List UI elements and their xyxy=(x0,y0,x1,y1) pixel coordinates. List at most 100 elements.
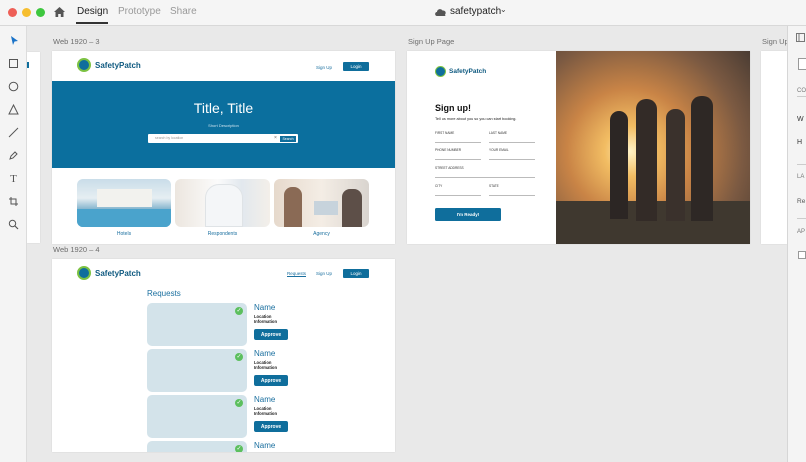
search-button[interactable]: Search xyxy=(280,135,296,142)
group-photo xyxy=(556,51,750,244)
chevron-down-icon[interactable]: ⌄ xyxy=(500,5,507,14)
home-icon[interactable] xyxy=(53,6,66,18)
zoom-icon[interactable] xyxy=(6,217,21,232)
login-button[interactable]: Login xyxy=(343,62,369,71)
check-icon: ✓ xyxy=(235,307,243,315)
street-label: STREET ADDRESS xyxy=(435,166,464,170)
active-tab-underline xyxy=(76,22,108,24)
request-image xyxy=(147,441,247,452)
login-button[interactable]: Login xyxy=(343,269,369,278)
request-name: Name xyxy=(254,395,276,404)
align-control[interactable] xyxy=(798,58,806,70)
email-label: YOUR EMAIL xyxy=(489,148,509,152)
check-icon: ✓ xyxy=(235,353,243,361)
card-label[interactable]: Respondents xyxy=(175,231,270,237)
logo-icon xyxy=(435,66,446,77)
request-image xyxy=(147,349,247,392)
prop-label-h: H xyxy=(797,139,803,146)
last-name-field[interactable] xyxy=(489,142,535,143)
artboard-icon[interactable] xyxy=(6,194,21,209)
phone-label: PHONE NUMBER xyxy=(435,148,462,152)
document-title[interactable]: safetypatch xyxy=(450,6,501,17)
search-input[interactable]: search by location × Search xyxy=(148,134,298,143)
artboard-label[interactable]: Web 1920 – 3 xyxy=(53,37,100,46)
search-placeholder: search by location xyxy=(155,136,184,140)
signup-subtitle: Tell us more about you so you can start … xyxy=(435,117,517,121)
artboard-signup[interactable]: SafetyPatch Sign up! Tell us more about … xyxy=(407,51,750,244)
ready-button[interactable]: I'm Ready! xyxy=(435,208,501,221)
prop-label-ap: AP xyxy=(797,229,806,235)
tab-prototype[interactable]: Prototype xyxy=(118,6,161,17)
first-name-field[interactable] xyxy=(435,142,481,143)
brand-name: SafetyPatch xyxy=(95,269,141,278)
card-label[interactable]: Hotels xyxy=(77,231,171,237)
request-information: Information xyxy=(254,319,278,324)
request-information: Information xyxy=(254,411,278,416)
approve-button[interactable]: Approve xyxy=(254,329,288,340)
artboard-home[interactable]: SafetyPatch Sign Up Login Title, Title S… xyxy=(52,51,395,244)
respondents-card-image[interactable] xyxy=(175,179,270,227)
email-field[interactable] xyxy=(489,159,535,160)
nav-requests-link[interactable]: Requests xyxy=(287,271,307,277)
artboard-label[interactable]: Web 1920 – 4 xyxy=(53,245,100,254)
logo-icon xyxy=(77,58,91,72)
prop-label-co: CO xyxy=(797,88,806,94)
pen-icon[interactable] xyxy=(6,148,21,163)
check-icon: ✓ xyxy=(235,399,243,407)
nav-signup-link[interactable]: Sign Up xyxy=(316,271,332,276)
request-image xyxy=(147,303,247,346)
minimize-window-button[interactable] xyxy=(22,8,31,17)
first-name-label: FIRST NAME xyxy=(435,131,455,135)
tool-rail: T xyxy=(0,26,27,462)
artboard-requests[interactable]: SafetyPatch Requests Sign Up Login Reque… xyxy=(52,259,395,452)
artboard-label[interactable]: Sign Up Page xyxy=(408,37,454,46)
last-name-label: LAST NAME xyxy=(489,131,508,135)
nav-signup-link[interactable]: Sign Up xyxy=(316,65,332,70)
phone-field[interactable] xyxy=(435,159,481,160)
approve-button[interactable]: Approve xyxy=(254,375,288,386)
tab-design[interactable]: Design xyxy=(77,6,108,17)
request-information: Information xyxy=(254,365,278,370)
polygon-icon[interactable] xyxy=(6,102,21,117)
request-image xyxy=(147,395,247,438)
hero-title: Title, Title xyxy=(193,100,254,116)
brand-name: SafetyPatch xyxy=(95,61,141,70)
hotels-card-image[interactable] xyxy=(77,179,171,227)
request-name: Name xyxy=(254,349,276,358)
canvas[interactable]: Web 1920 – 3 SafetyPatch Sign Up Login T… xyxy=(27,26,787,462)
property-panel: CO W H LA Re AP xyxy=(787,26,806,462)
check-icon: ✓ xyxy=(235,445,243,452)
request-name: Name xyxy=(254,303,276,312)
clear-icon[interactable]: × xyxy=(274,135,277,141)
card-label[interactable]: Agency xyxy=(274,231,369,237)
rectangle-icon[interactable] xyxy=(6,56,21,71)
agency-card-image[interactable] xyxy=(274,179,369,227)
tab-share[interactable]: Share xyxy=(170,6,197,17)
requests-heading: Requests xyxy=(147,289,181,298)
prop-label-la: LA xyxy=(797,174,805,180)
prop-label-w: W xyxy=(797,116,804,123)
close-window-button[interactable] xyxy=(8,8,17,17)
line-icon[interactable] xyxy=(6,125,21,140)
street-field[interactable] xyxy=(435,177,535,178)
city-label: CITY xyxy=(435,184,443,188)
select-icon[interactable] xyxy=(6,33,21,48)
partial-artboard-left[interactable] xyxy=(27,52,40,243)
artboard-partial-right[interactable] xyxy=(761,51,787,244)
maximize-window-button[interactable] xyxy=(36,8,45,17)
checkbox[interactable] xyxy=(798,251,806,259)
approve-button[interactable]: Approve xyxy=(254,421,288,432)
signup-heading: Sign up! xyxy=(435,103,471,113)
text-icon[interactable]: T xyxy=(6,171,21,186)
brand-name: SafetyPatch xyxy=(449,68,487,75)
title-bar: Design Prototype Share safetypatch ⌄ xyxy=(0,0,806,26)
ellipse-icon[interactable] xyxy=(6,79,21,94)
panel-toggle-icon[interactable] xyxy=(796,33,805,42)
hero-banner: Title, Title Short Description search by… xyxy=(52,81,395,168)
city-field[interactable] xyxy=(435,195,481,196)
cloud-icon xyxy=(435,9,446,16)
state-field[interactable] xyxy=(489,195,535,196)
hero-subtitle: Short Description xyxy=(208,123,239,128)
artboard-label[interactable]: Sign Up xyxy=(762,37,787,46)
logo-icon xyxy=(77,266,91,280)
